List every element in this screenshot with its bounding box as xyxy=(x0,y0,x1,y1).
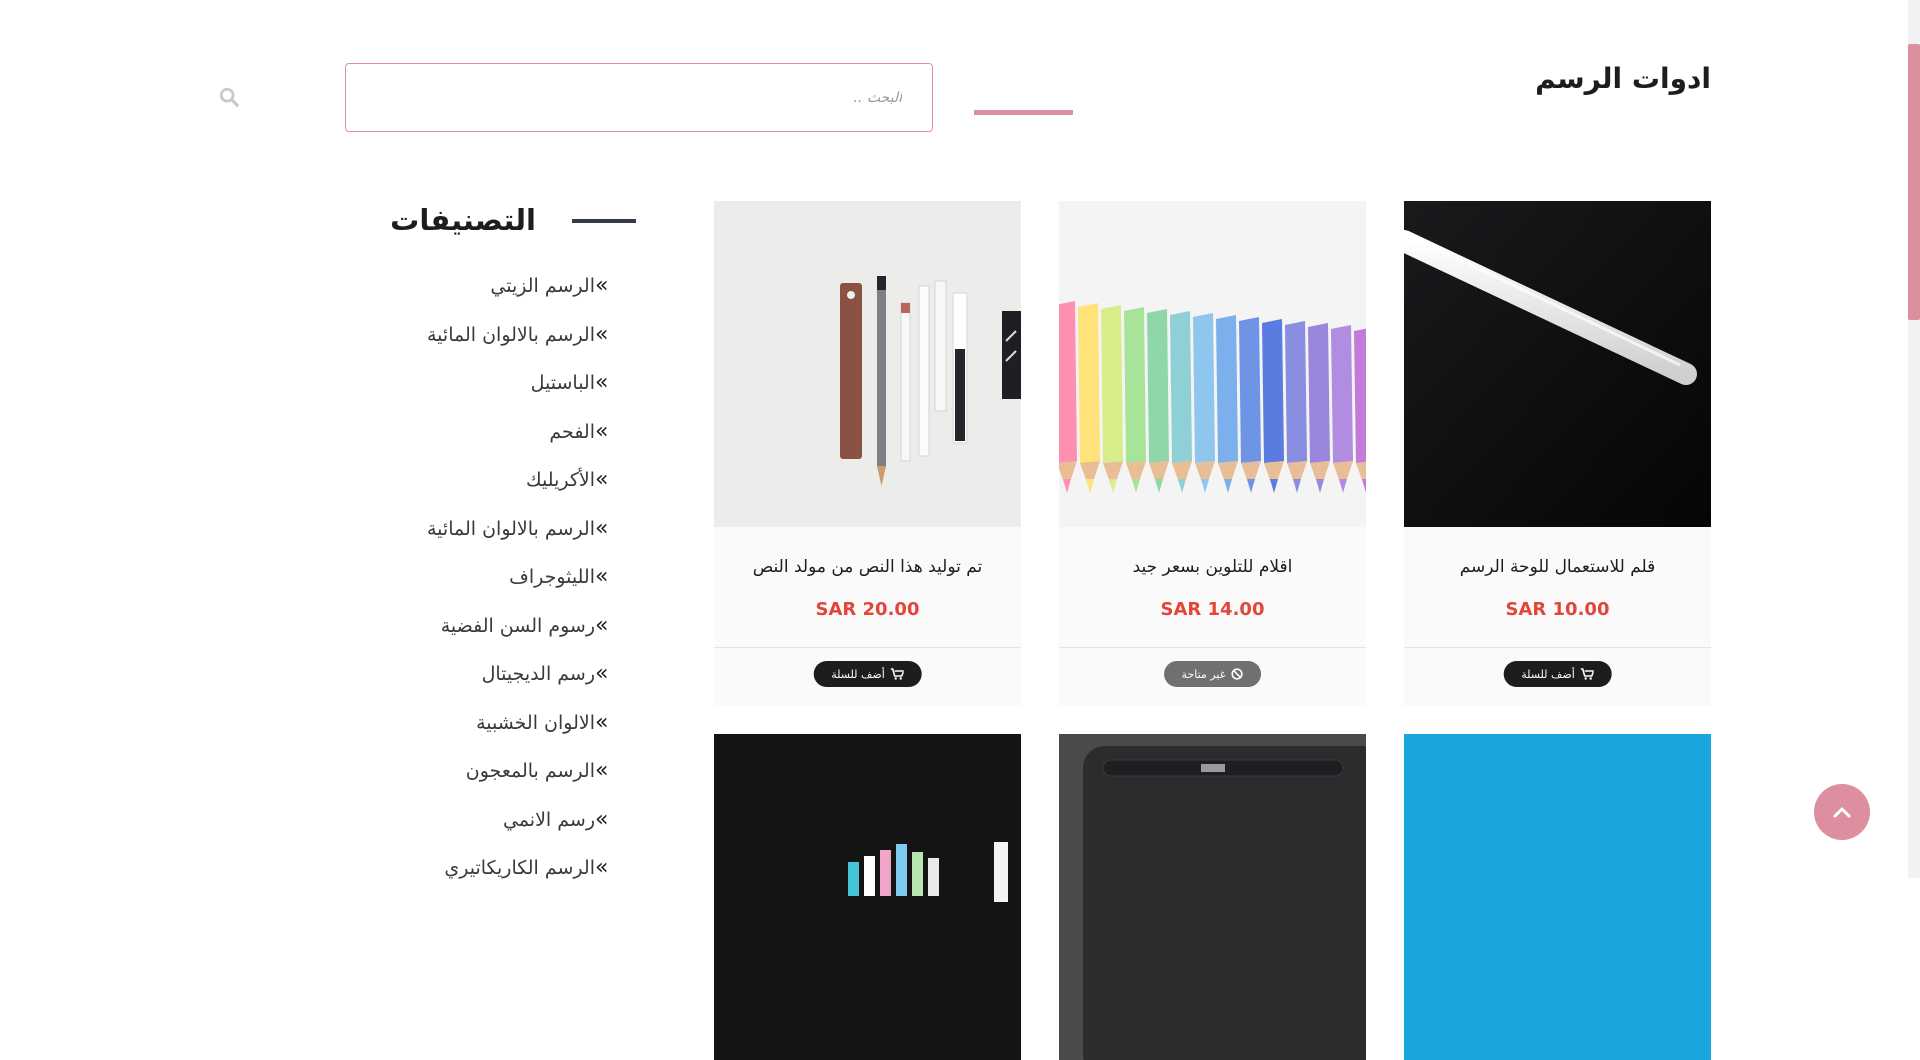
category-label: الباستيل xyxy=(530,372,595,394)
product-card[interactable]: قلم للاستعمال للوحة الرسم SAR 10.00 أضف … xyxy=(1404,201,1711,706)
category-label: الرسم الكاريكاتيري xyxy=(444,857,595,879)
double-chevron-left-icon: « xyxy=(595,467,608,492)
product-price: SAR 10.00 xyxy=(1505,599,1610,620)
title-underline xyxy=(974,110,1073,115)
double-chevron-left-icon: « xyxy=(595,612,608,638)
product-image-blue[interactable] xyxy=(1404,734,1711,1060)
category-label: الرسم الزيتي xyxy=(490,275,595,297)
add-to-cart-label: أضف للسلة xyxy=(1521,667,1575,681)
add-to-cart-button[interactable]: أضف للسلة xyxy=(1503,661,1612,687)
category-label: الليثوجراف xyxy=(509,566,595,588)
category-item[interactable]: «الليثوجراف xyxy=(427,566,661,615)
product-card[interactable]: اقلام للتلوين بسعر جيد SAR 14.00 غير متا… xyxy=(1059,201,1366,706)
double-chevron-left-icon: « xyxy=(595,758,608,783)
card-divider xyxy=(714,647,1021,648)
card-divider xyxy=(1059,647,1366,648)
category-item[interactable]: «الرسم بالمعجون xyxy=(427,760,661,809)
double-chevron-left-icon: « xyxy=(595,418,608,444)
product-card[interactable] xyxy=(1059,734,1366,1060)
unavailable-button[interactable]: غير متاحة xyxy=(1163,661,1262,687)
double-chevron-left-icon: « xyxy=(595,564,608,589)
unavailable-label: غير متاحة xyxy=(1181,667,1226,681)
category-item[interactable]: «رسوم السن الفضية xyxy=(427,612,661,664)
search-box xyxy=(345,63,933,132)
double-chevron-left-icon: « xyxy=(595,661,608,686)
category-item[interactable]: «الالوان الخشبية xyxy=(427,709,661,761)
category-list: «الرسم الزيتي «الرسم بالالوان المائية «الب… xyxy=(427,275,661,906)
category-item[interactable]: «الرسم الزيتي xyxy=(427,275,661,324)
card-divider xyxy=(1404,647,1711,648)
category-item[interactable]: «الرسم بالالوان المائية xyxy=(427,515,661,567)
category-label: الرسم بالالوان المائية xyxy=(427,517,595,540)
search-input[interactable] xyxy=(346,64,932,131)
category-label: الالوان الخشبية xyxy=(476,711,595,734)
sidebar-heading: التصنيفات xyxy=(390,203,536,237)
category-label: الفحم xyxy=(549,420,595,443)
product-image-markers[interactable] xyxy=(714,734,1021,1060)
back-to-top-button[interactable] xyxy=(1814,784,1870,840)
double-chevron-left-icon: « xyxy=(595,273,608,298)
product-name[interactable]: قلم للاستعمال للوحة الرسم xyxy=(1404,557,1711,577)
chevron-up-icon xyxy=(1833,807,1851,818)
product-card[interactable] xyxy=(1404,734,1711,1060)
category-item[interactable]: «رسم الديجيتال xyxy=(427,663,661,712)
double-chevron-left-icon: « xyxy=(595,321,608,347)
product-price: SAR 20.00 xyxy=(815,599,920,620)
category-item[interactable]: «الأكريليك xyxy=(427,469,661,518)
product-image-drawing-tablet[interactable] xyxy=(1059,734,1366,1060)
double-chevron-left-icon: « xyxy=(595,709,608,735)
double-chevron-left-icon: « xyxy=(595,515,608,541)
product-image-colored-pencils[interactable] xyxy=(1059,201,1366,527)
sidebar-heading-line xyxy=(572,219,636,223)
add-to-cart-button[interactable]: أضف للسلة xyxy=(813,661,922,687)
category-item[interactable]: «الرسم الكاريكاتيري xyxy=(427,857,661,906)
ban-icon xyxy=(1231,668,1244,680)
product-price: SAR 14.00 xyxy=(1160,599,1265,620)
double-chevron-left-icon: « xyxy=(595,806,608,832)
product-image-drawing-tools[interactable] xyxy=(714,201,1021,527)
search-icon[interactable] xyxy=(218,86,240,108)
category-label: رسوم السن الفضية xyxy=(440,614,595,637)
category-item[interactable]: «الباستيل xyxy=(427,372,661,421)
category-label: رسم الديجيتال xyxy=(481,663,595,685)
product-name[interactable]: اقلام للتلوين بسعر جيد xyxy=(1059,557,1366,577)
category-label: رسم الانمي xyxy=(502,808,595,831)
product-card[interactable] xyxy=(714,734,1021,1060)
cart-icon xyxy=(1580,668,1594,680)
category-label: الرسم بالالوان المائية xyxy=(427,323,595,346)
category-item[interactable]: «رسم الانمي xyxy=(427,806,661,858)
cart-icon xyxy=(890,668,904,680)
category-label: الأكريليك xyxy=(526,469,595,491)
scrollbar-thumb[interactable] xyxy=(1908,44,1920,320)
product-name[interactable]: تم توليد هذا النص من مولد النص xyxy=(714,557,1021,577)
category-item[interactable]: «الرسم بالالوان المائية xyxy=(427,321,661,373)
double-chevron-left-icon: « xyxy=(595,855,608,880)
category-label: الرسم بالمعجون xyxy=(465,760,595,782)
product-card[interactable]: تم توليد هذا النص من مولد النص SAR 20.00… xyxy=(714,201,1021,706)
double-chevron-left-icon: « xyxy=(595,370,608,395)
add-to-cart-label: أضف للسلة xyxy=(831,667,885,681)
product-image-stylus[interactable] xyxy=(1404,201,1711,527)
category-item[interactable]: «الفحم xyxy=(427,418,661,470)
page-title: ادوات الرسم xyxy=(1535,62,1711,95)
